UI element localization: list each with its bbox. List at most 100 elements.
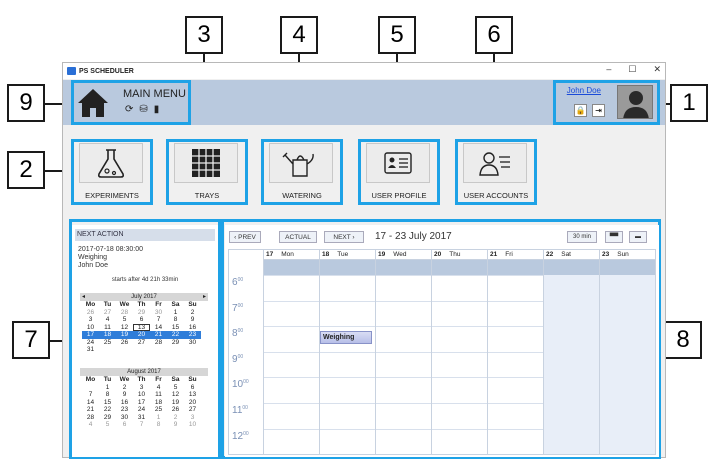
calendar-day[interactable]: 10 [82, 324, 99, 332]
calendar-day[interactable]: 28 [116, 309, 133, 317]
calendar-day[interactable]: 18 [150, 399, 167, 407]
calendar-day[interactable]: 1 [167, 309, 184, 317]
day-header[interactable]: 17 Mon [264, 250, 319, 260]
calendar-day[interactable]: 9 [184, 316, 201, 324]
zoom-in-button[interactable]: ▀▀ [605, 231, 623, 243]
logout-button[interactable]: ⇥ [592, 104, 605, 117]
calendar-day[interactable]: 20 [184, 399, 201, 407]
all-day-band[interactable] [600, 260, 655, 275]
tile-trays[interactable]: TRAYS [166, 139, 248, 205]
calendar-day[interactable]: 27 [133, 339, 150, 347]
calendar-day[interactable]: 28 [150, 339, 167, 347]
calendar-day[interactable]: 24 [82, 339, 99, 347]
calendar-day[interactable]: 5 [99, 421, 116, 429]
calendar-day[interactable]: 5 [116, 316, 133, 324]
calendar-day[interactable]: 25 [150, 406, 167, 414]
phone-icon[interactable]: ▮ [154, 104, 160, 115]
maximize-button[interactable]: ☐ [628, 64, 636, 75]
event-weighing[interactable]: Weighing [320, 331, 372, 345]
mini-calendar-july[interactable]: Mo Tu We Th Fr Sa Su 26 27 28 29 30 1 2 3 4 5 6 7 8 9 10 11 12 1… [82, 301, 201, 354]
home-icon[interactable] [77, 88, 109, 118]
day-column[interactable]: 21 Fri [487, 250, 543, 454]
user-name-link[interactable]: John Doe [567, 86, 601, 95]
calendar-day[interactable]: 26 [82, 309, 99, 317]
all-day-band[interactable] [376, 260, 431, 275]
close-button[interactable]: ✕ [653, 64, 661, 75]
calendar-day[interactable]: 5 [167, 384, 184, 392]
calendar-day[interactable]: 22 [99, 406, 116, 414]
calendar-day[interactable]: 1 [150, 414, 167, 422]
calendar-day[interactable]: 19 [167, 399, 184, 407]
actual-button[interactable]: ACTUAL [279, 231, 317, 243]
calendar-day[interactable]: 9 [116, 391, 133, 399]
calendar-day[interactable]: 15 [99, 399, 116, 407]
calendar-day[interactable]: 7 [133, 421, 150, 429]
day-header[interactable]: 22 Sat [544, 250, 599, 260]
calendar-day[interactable]: 2 [167, 414, 184, 422]
calendar-day[interactable]: 3 [133, 384, 150, 392]
tile-user-profile[interactable]: USER PROFILE [358, 139, 440, 205]
calendar-day[interactable]: 23 [184, 331, 201, 339]
calendar-day[interactable]: 30 [184, 339, 201, 347]
calendar-day[interactable]: 17 [82, 331, 99, 339]
calendar-day[interactable]: 13 [133, 323, 150, 331]
calendar-day[interactable]: 22 [167, 331, 184, 339]
prev-month-icon[interactable]: ◂ [82, 293, 85, 301]
calendar-day[interactable]: 25 [99, 339, 116, 347]
day-column[interactable]: 20 Thu [431, 250, 487, 454]
calendar-day[interactable]: 2 [116, 384, 133, 392]
calendar-day[interactable]: 29 [99, 414, 116, 422]
calendar-day[interactable]: 11 [150, 391, 167, 399]
interval-button[interactable]: 30 min [567, 231, 597, 243]
database-icon[interactable]: ⛁ [139, 104, 147, 115]
day-column[interactable]: 17 Mon [263, 250, 319, 454]
calendar-day[interactable]: 19 [116, 331, 133, 339]
all-day-band[interactable] [488, 260, 543, 275]
calendar-day[interactable]: 12 [116, 324, 133, 332]
calendar-day[interactable]: 26 [116, 339, 133, 347]
calendar-day[interactable]: 24 [133, 406, 150, 414]
calendar-day[interactable]: 8 [150, 421, 167, 429]
calendar-day[interactable]: 12 [167, 391, 184, 399]
calendar-day[interactable]: 9 [167, 421, 184, 429]
calendar-day[interactable]: 4 [99, 316, 116, 324]
calendar-day[interactable]: 21 [82, 406, 99, 414]
day-column[interactable]: 19 Wed [375, 250, 431, 454]
calendar-day[interactable]: 1 [99, 384, 116, 392]
next-month-icon[interactable]: ▸ [203, 293, 206, 301]
scheduler-grid[interactable]: 600 700 800 900 1000 1100 1200 17 Mon 18 Tue 19 Wed 2… [228, 249, 656, 455]
calendar-day[interactable]: 30 [150, 309, 167, 317]
calendar-day[interactable]: 18 [99, 331, 116, 339]
calendar-day[interactable]: 8 [99, 391, 116, 399]
calendar-day[interactable]: 31 [133, 414, 150, 422]
refresh-icon[interactable]: ⟳ [125, 104, 133, 115]
calendar-day[interactable]: 29 [133, 309, 150, 317]
day-header[interactable]: 19 Wed [376, 250, 431, 260]
day-header[interactable]: 23 Sun [600, 250, 655, 260]
calendar-day[interactable]: 3 [82, 316, 99, 324]
minimize-button[interactable]: – [606, 64, 611, 75]
calendar-day[interactable]: 11 [99, 324, 116, 332]
day-column[interactable]: 22 Sat [543, 250, 599, 454]
calendar-day[interactable]: 7 [150, 316, 167, 324]
calendar-day[interactable]: 4 [82, 421, 99, 429]
calendar-day[interactable]: 23 [116, 406, 133, 414]
calendar-day[interactable]: 15 [167, 324, 184, 332]
calendar-day[interactable]: 26 [167, 406, 184, 414]
calendar-day[interactable]: 27 [99, 309, 116, 317]
calendar-day[interactable]: 30 [116, 414, 133, 422]
all-day-band[interactable] [432, 260, 487, 275]
calendar-day[interactable]: 31 [82, 346, 99, 354]
calendar-day[interactable]: 8 [167, 316, 184, 324]
mini-calendar-august[interactable]: Mo Tu We Th Fr Sa Su 1 2 3 4 5 6 7 8 9 10 11 12 13 14 15 16 17 1… [82, 376, 201, 429]
calendar-day[interactable]: 6 [133, 316, 150, 324]
all-day-band[interactable] [320, 260, 375, 275]
all-day-band[interactable] [544, 260, 599, 275]
calendar-day[interactable]: 16 [116, 399, 133, 407]
calendar-day[interactable]: 13 [184, 391, 201, 399]
all-day-band[interactable] [264, 260, 319, 275]
day-column[interactable]: 18 Tue [319, 250, 375, 454]
calendar-day[interactable]: 10 [133, 391, 150, 399]
calendar-day[interactable]: 4 [150, 384, 167, 392]
tile-watering[interactable]: WATERING [261, 139, 343, 205]
